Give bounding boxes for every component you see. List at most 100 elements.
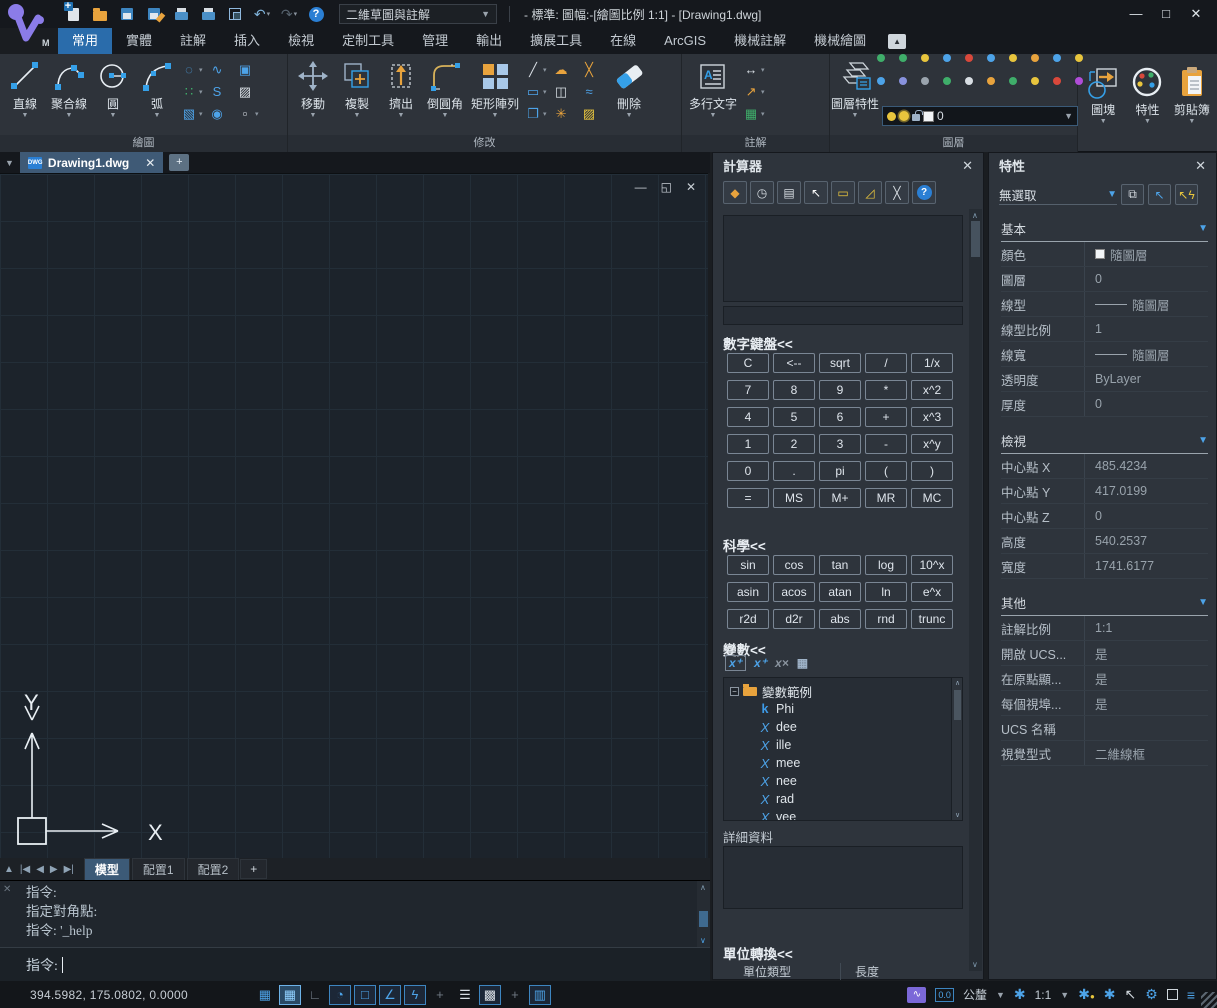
property-row[interactable]: 透明度ByLayer [1001, 367, 1208, 392]
property-value[interactable]: ByLayer [1085, 372, 1141, 386]
layout-tab-配置1[interactable]: 配置1 [132, 858, 185, 881]
property-row[interactable]: 每個視埠...是 [1001, 691, 1208, 716]
variable-row[interactable]: Xrad [724, 790, 962, 808]
viewport-restore-icon[interactable]: ◱ [661, 180, 672, 194]
command-scrollbar[interactable]: ∧ ∨ [697, 881, 710, 947]
viewport-icon[interactable]: ▣ [236, 59, 262, 80]
calc-key-asin[interactable]: asin [727, 582, 769, 602]
customize-menu-icon[interactable]: ≡ [1187, 987, 1195, 1003]
section-header[interactable]: 檢視▼ [1001, 431, 1208, 454]
region-icon[interactable]: ▨ [236, 81, 262, 102]
help-icon[interactable]: ? [912, 181, 936, 204]
button-layerprops[interactable]: 圖層特性▼ [834, 57, 876, 120]
point-icon[interactable]: ∷▾ [180, 81, 206, 102]
section-header[interactable]: 其他▼ [1001, 593, 1208, 616]
button-move[interactable]: 移動▼ [292, 57, 334, 120]
calc-key-8[interactable]: 8 [773, 380, 815, 400]
first-layout-icon[interactable]: |◀ [20, 864, 30, 875]
clear-icon[interactable]: ╳ [885, 181, 909, 204]
dimension-icon[interactable]: ↔▾ [742, 59, 768, 80]
annotation-visibility-icon[interactable]: ✱● [1078, 986, 1095, 1003]
calc-key-rnd[interactable]: rnd [865, 609, 907, 629]
ribbon-tab-實體[interactable]: 實體 [112, 28, 166, 54]
select-objects-icon[interactable]: ↖ [1148, 184, 1171, 205]
undo-icon[interactable]: ↶▾ [253, 5, 271, 23]
print-icon[interactable] [199, 5, 217, 23]
calc-key-MS[interactable]: MS [773, 488, 815, 508]
calc-key-x^2[interactable]: x^2 [911, 380, 953, 400]
toggle-pickadd-icon[interactable]: ↖ϟ [1175, 184, 1198, 205]
scroll-up-icon[interactable]: ∧ [955, 679, 960, 687]
property-row[interactable]: 中心點 X485.4234 [1001, 454, 1208, 479]
property-row[interactable]: 厚度0 [1001, 392, 1208, 417]
property-value[interactable]: 417.0199 [1085, 484, 1147, 498]
unit-type-value[interactable]: 長度 [841, 963, 879, 980]
variable-row[interactable]: Xdee [724, 718, 962, 736]
edit-spline-icon[interactable]: ≈ [580, 81, 606, 102]
transparency-icon[interactable]: ▩ [479, 985, 501, 1005]
polar-tracking-icon[interactable]: ◔ [329, 985, 351, 1005]
button-mtext[interactable]: A多行文字▼ [686, 57, 740, 120]
property-row[interactable]: 圖層0 [1001, 267, 1208, 292]
calc-key-MC[interactable]: MC [911, 488, 953, 508]
calc-key-tan[interactable]: tan [819, 555, 861, 575]
calc-key-/[interactable]: / [865, 353, 907, 373]
calc-key--[interactable]: - [865, 434, 907, 454]
table-icon[interactable]: ▦▾ [742, 103, 768, 124]
app-logo[interactable]: M [0, 0, 58, 53]
break-icon[interactable]: ╳ [580, 59, 606, 80]
paste-to-cmdline-icon[interactable]: ▤ [777, 181, 801, 204]
edit-hatch-icon[interactable]: ▨ [580, 103, 606, 124]
save-as-icon[interactable] [145, 5, 163, 23]
annotation-scale-icon[interactable]: ✱ [1014, 986, 1026, 1003]
calc-key-0[interactable]: 0 [727, 461, 769, 481]
button-circle[interactable]: 圓▼ [92, 57, 134, 120]
button-line[interactable]: 直線▼ [4, 57, 46, 120]
calc-key-*[interactable]: * [865, 380, 907, 400]
button-copy[interactable]: 複製▼ [336, 57, 378, 120]
property-row[interactable]: 註解比例1:1 [1001, 616, 1208, 641]
calculator-input-box[interactable] [723, 306, 963, 325]
property-value[interactable]: 540.2537 [1085, 534, 1147, 548]
annotation-scale-value[interactable]: 1:1 [1035, 988, 1052, 1002]
calc-key-9[interactable]: 9 [819, 380, 861, 400]
calc-key-+[interactable]: + [865, 407, 907, 427]
grid-display-icon[interactable]: ▦ [254, 985, 276, 1005]
button-fillet[interactable]: 倒圓角▼ [424, 57, 466, 120]
button-stretch[interactable]: 擠出▼ [380, 57, 422, 120]
calc-key-MR[interactable]: MR [865, 488, 907, 508]
spline-icon[interactable]: S [208, 81, 234, 102]
ribbon-tab-插入[interactable]: 插入 [220, 28, 274, 54]
calc-key-pi[interactable]: pi [819, 461, 861, 481]
scroll-thumb[interactable] [971, 221, 980, 257]
ribbon-tab-ArcGIS[interactable]: ArcGIS [650, 28, 720, 54]
layer-dropdown[interactable]: 0 ▼ [882, 106, 1078, 126]
selection-cycling-icon[interactable]: ↖ [1125, 986, 1137, 1003]
snap-mode-icon[interactable]: ▦ [279, 985, 301, 1005]
calc-key-5[interactable]: 5 [773, 407, 815, 427]
ribbon-tab-在線[interactable]: 在線 [596, 28, 650, 54]
property-row[interactable]: 視覺型式二維線框 [1001, 741, 1208, 766]
redo-icon[interactable]: ↷▾ [280, 5, 298, 23]
property-value[interactable]: 0 [1085, 509, 1102, 523]
object-snap-tracking-icon[interactable]: ϟ [404, 985, 426, 1005]
calc-key-abs[interactable]: abs [819, 609, 861, 629]
property-value[interactable]: 1741.6177 [1085, 559, 1154, 573]
viewport-close-icon[interactable]: ✕ [686, 180, 696, 194]
scale-chevron-icon[interactable]: ▼ [1060, 990, 1069, 1000]
drawing-canvas[interactable]: —◱✕ Y X [0, 173, 708, 858]
auto-annotation-icon[interactable]: ✱ [1104, 986, 1116, 1003]
variable-row[interactable]: Xvee [724, 808, 962, 821]
property-value[interactable]: 二維線框 [1085, 744, 1145, 763]
property-row[interactable]: 線寬隨圖層 [1001, 342, 1208, 367]
property-row[interactable]: 中心點 Z0 [1001, 504, 1208, 529]
dynamic-input-icon[interactable]: + [429, 985, 451, 1005]
calc-key-x^3[interactable]: x^3 [911, 407, 953, 427]
scale-icon[interactable]: ▭▾ [524, 81, 550, 102]
offset-icon[interactable]: ❐▾ [524, 103, 550, 124]
prev-layout-icon[interactable]: ◀ [36, 864, 44, 875]
calc-key-7[interactable]: 7 [727, 380, 769, 400]
property-value[interactable]: 是 [1085, 644, 1108, 663]
calc-key-log[interactable]: log [865, 555, 907, 575]
explode-icon[interactable]: ✳ [552, 103, 578, 124]
